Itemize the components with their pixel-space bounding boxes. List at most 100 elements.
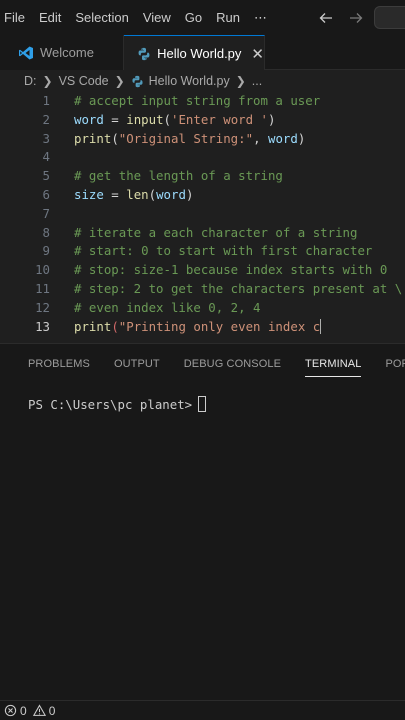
code-line[interactable]: 13 print("Printing only even index c: [0, 318, 405, 337]
breadcrumb-more[interactable]: ...: [252, 74, 262, 88]
code-line[interactable]: 7: [0, 205, 405, 224]
code-text: # iterate a each character of a string: [74, 224, 357, 243]
code-line[interactable]: 6 size = len(word): [0, 186, 405, 205]
line-number: 8: [42, 224, 50, 240]
code-token: "Printing only even index c: [118, 318, 321, 334]
menu-more[interactable]: ⋯: [247, 0, 274, 35]
code-token: ): [268, 111, 276, 127]
tab-hello-world-label: Hello World.py: [157, 46, 242, 61]
terminal-cursor: [198, 396, 207, 412]
code-token: ,: [253, 130, 268, 146]
code-editor[interactable]: 1 # accept input string from a user 2 word …: [0, 92, 405, 343]
code-line[interactable]: 10 # stop: size-1 because index starts wi…: [0, 261, 405, 280]
terminal[interactable]: PS C:\Users\pc planet>: [28, 396, 207, 412]
code-token: =: [103, 111, 127, 127]
menu-run[interactable]: Run: [209, 0, 247, 35]
warnings-status[interactable]: 0: [32, 703, 56, 718]
code-text: # step: 2 to get the characters present …: [74, 280, 402, 299]
tab-terminal[interactable]: TERMINAL: [305, 344, 362, 384]
code-token: # get the length of a string: [74, 168, 283, 184]
code-line[interactable]: 4: [0, 148, 405, 167]
python-file-icon: [131, 75, 144, 88]
code-line[interactable]: 2 word = input('Enter word '): [0, 111, 405, 130]
editor-tab-bar: Welcome Hello World.py ✕: [0, 35, 405, 71]
code-text: word = input('Enter word '): [74, 111, 275, 130]
code-text: # start: 0 to start with first character: [74, 242, 372, 261]
chevron-right-icon: ❯: [42, 74, 53, 88]
command-center-search[interactable]: [374, 6, 405, 29]
breadcrumb-folder[interactable]: VS Code: [59, 74, 109, 88]
status-bar: 0 0: [0, 700, 405, 720]
code-token: (: [111, 130, 119, 146]
tab-problems[interactable]: PROBLEMS: [28, 344, 90, 384]
breadcrumb: D: ❯ VS Code ❯ Hello World.py ❯ ...: [0, 70, 405, 92]
code-token: # step: 2 to get the characters present …: [74, 281, 403, 296]
line-number: 9: [42, 243, 50, 259]
code-text: # stop: size-1 because index starts with…: [74, 261, 387, 280]
line-number: 5: [42, 168, 50, 184]
tab-welcome[interactable]: Welcome: [0, 35, 124, 70]
menu-view[interactable]: View: [136, 0, 178, 35]
tab-ports[interactable]: PORTS: [385, 344, 405, 384]
code-text: # get the length of a string: [74, 167, 283, 186]
line-number: 2: [42, 111, 50, 127]
code-line[interactable]: 5 # get the length of a string: [0, 167, 405, 186]
code-token: size: [74, 187, 104, 202]
line-number: 4: [42, 149, 50, 165]
code-line[interactable]: 3 print("Original String:", word): [0, 130, 405, 149]
warning-icon: [32, 704, 46, 716]
tab-debug-console[interactable]: DEBUG CONSOLE: [184, 344, 281, 384]
warning-count: 0: [48, 703, 56, 718]
breadcrumb-drive[interactable]: D:: [24, 74, 37, 88]
text-cursor: [320, 318, 322, 334]
line-number: 1: [42, 93, 50, 108]
code-token: (: [148, 187, 157, 202]
close-icon[interactable]: ✕: [251, 45, 264, 63]
tab-output[interactable]: OUTPUT: [114, 344, 160, 384]
line-number: 13: [35, 318, 50, 334]
menu-selection[interactable]: Selection: [68, 0, 135, 35]
bottom-panel: PROBLEMS OUTPUT DEBUG CONSOLE TERMINAL P…: [0, 343, 405, 700]
line-number: 7: [42, 205, 50, 221]
code-line[interactable]: 1 # accept input string from a user: [0, 92, 405, 111]
menu-bar: File Edit Selection View Go Run ⋯: [0, 0, 405, 35]
chevron-right-icon: ❯: [114, 74, 125, 88]
code-token: input: [126, 111, 164, 127]
code-line[interactable]: 12 # even index like 0, 2, 4: [0, 299, 405, 318]
error-icon: [4, 704, 17, 717]
python-file-icon: [136, 46, 151, 62]
line-number: 3: [42, 130, 50, 146]
code-token: 'Enter word ': [171, 111, 268, 127]
tab-welcome-label: Welcome: [40, 45, 94, 60]
code-text: # accept input string from a user: [74, 92, 320, 111]
code-text: size = len(word): [74, 186, 193, 205]
menu-edit[interactable]: Edit: [32, 0, 68, 35]
code-token: # start: 0 to start with first character: [74, 243, 373, 259]
chevron-right-icon: ❯: [235, 74, 246, 88]
back-arrow-icon[interactable]: [318, 10, 334, 26]
code-token: # stop: size-1 because index starts with…: [74, 262, 388, 278]
code-line[interactable]: 8 # iterate a each character of a string: [0, 224, 405, 243]
code-token: word: [267, 130, 298, 146]
code-token: print: [74, 130, 112, 146]
vscode-logo-icon: [18, 45, 34, 61]
code-token: (: [163, 111, 172, 127]
forward-arrow-icon[interactable]: [348, 10, 364, 26]
tab-hello-world[interactable]: Hello World.py ✕: [124, 35, 265, 71]
code-token: print: [74, 318, 112, 334]
code-line[interactable]: 9 # start: 0 to start with first characte…: [0, 242, 405, 261]
breadcrumb-file[interactable]: Hello World.py: [149, 74, 230, 88]
code-token: "Original String:": [118, 130, 254, 146]
problems-status[interactable]: 0: [4, 704, 27, 718]
code-line[interactable]: 11 # step: 2 to get the characters presen…: [0, 280, 405, 299]
code-token: word: [74, 111, 104, 127]
code-text: print("Printing only even index c: [74, 318, 322, 337]
code-token: ): [185, 187, 194, 202]
panel-tabs: PROBLEMS OUTPUT DEBUG CONSOLE TERMINAL P…: [0, 344, 405, 384]
code-token: ): [297, 130, 306, 146]
code-token: (: [111, 318, 119, 334]
menu-go[interactable]: Go: [178, 0, 209, 35]
line-number: 12: [35, 299, 50, 315]
menu-file[interactable]: File: [0, 0, 32, 35]
line-number: 10: [35, 262, 50, 278]
